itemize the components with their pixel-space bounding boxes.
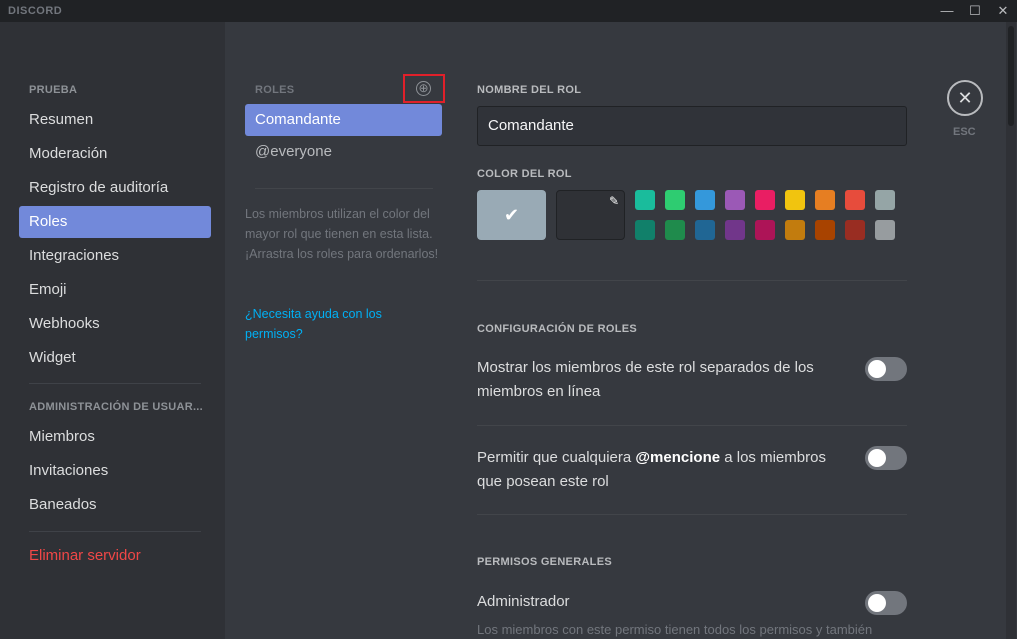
color-swatch[interactable] — [875, 220, 895, 240]
color-swatch[interactable] — [695, 220, 715, 240]
minimize-icon[interactable]: — — [938, 2, 956, 20]
close-icon: ✕ — [957, 88, 973, 108]
sidebar-item-webhooks[interactable]: Webhooks — [19, 308, 211, 340]
roles-divider — [255, 188, 433, 189]
role-name-label: NOMBRE DEL ROL — [477, 84, 582, 96]
delete-server-button[interactable]: Eliminar servidor — [19, 540, 211, 572]
permissions-help-link[interactable]: ¿Necesita ayuda con los permisos? — [245, 304, 425, 344]
color-swatch[interactable] — [815, 190, 835, 210]
custom-color-picker[interactable]: ✎ — [556, 190, 625, 240]
administrator-label: Administrador — [477, 593, 570, 610]
separate-members-setting-text: Mostrar los miembros de este rol separad… — [477, 359, 814, 400]
color-swatch[interactable] — [665, 190, 685, 210]
color-swatch[interactable] — [845, 190, 865, 210]
close-settings-button[interactable]: ✕ — [947, 80, 983, 116]
role-name-input[interactable]: Comandante — [477, 106, 907, 146]
color-swatch[interactable] — [755, 190, 775, 210]
settings-sidebar: PRUEBA Resumen Moderación Registro de au… — [0, 22, 225, 639]
color-swatch[interactable] — [665, 220, 685, 240]
sidebar-item-roles[interactable]: Roles — [19, 206, 211, 238]
color-swatch[interactable] — [785, 220, 805, 240]
check-icon: ✔ — [503, 205, 520, 225]
color-swatch[interactable] — [875, 190, 895, 210]
scrollbar-thumb[interactable] — [1008, 26, 1014, 126]
mentionable-setting-text: Permitir que cualquiera @mencione a los … — [477, 446, 837, 494]
mentionable-toggle[interactable] — [865, 446, 907, 470]
toggle-knob — [868, 594, 886, 612]
sidebar-item-integraciones[interactable]: Integraciones — [19, 240, 211, 272]
section-divider — [477, 514, 907, 515]
color-swatch[interactable] — [845, 220, 865, 240]
roles-help-text: Los miembros utilizan el color del mayor… — [245, 207, 439, 261]
sidebar-item-widget[interactable]: Widget — [19, 342, 211, 374]
discord-logo: DISCORD — [8, 5, 63, 17]
administrator-description: Los miembros con este permiso tienen tod… — [477, 622, 873, 637]
sidebar-item-baneados[interactable]: Baneados — [19, 489, 211, 521]
esc-label: ESC — [953, 126, 976, 138]
mentionable-text-bold: @mencione — [635, 449, 721, 466]
sidebar-item-emoji[interactable]: Emoji — [19, 274, 211, 306]
toggle-knob — [868, 449, 886, 467]
server-name-header: PRUEBA — [29, 84, 78, 96]
section-divider — [477, 425, 907, 426]
sidebar-divider — [29, 531, 201, 532]
sidebar-item-invitaciones[interactable]: Invitaciones — [19, 455, 211, 487]
default-color-swatch[interactable]: ✔ — [477, 190, 546, 240]
color-swatch[interactable] — [725, 220, 745, 240]
sidebar-item-miembros[interactable]: Miembros — [19, 421, 211, 453]
sidebar-item-moderacion[interactable]: Moderación — [19, 138, 211, 170]
role-item-everyone[interactable]: @everyone — [245, 136, 442, 168]
user-admin-header: ADMINISTRACIÓN DE USUAR... — [29, 401, 204, 413]
sidebar-item-registro-auditoria[interactable]: Registro de auditoría — [19, 172, 211, 204]
color-swatch[interactable] — [635, 190, 655, 210]
color-swatch[interactable] — [755, 220, 775, 240]
title-bar: DISCORD — ☐ ✕ — [0, 0, 1017, 22]
toggle-knob — [868, 360, 886, 378]
administrator-toggle[interactable] — [865, 591, 907, 615]
add-circle-icon: ⊕ — [416, 81, 431, 96]
roles-header: ROLES — [255, 84, 295, 96]
role-item-comandante[interactable]: Comandante — [245, 104, 442, 136]
general-permissions-label: PERMISOS GENERALES — [477, 556, 612, 568]
color-swatch[interactable] — [785, 190, 805, 210]
section-divider — [477, 280, 907, 281]
close-window-icon[interactable]: ✕ — [994, 2, 1012, 20]
role-settings-label: CONFIGURACIÓN DE ROLES — [477, 323, 637, 335]
color-swatch[interactable] — [725, 190, 745, 210]
separate-members-toggle[interactable] — [865, 357, 907, 381]
sidebar-item-resumen[interactable]: Resumen — [19, 104, 211, 136]
maximize-icon[interactable]: ☐ — [966, 2, 984, 20]
role-color-label: COLOR DEL ROL — [477, 168, 572, 180]
color-swatch[interactable] — [635, 220, 655, 240]
eyedropper-icon: ✎ — [608, 194, 619, 208]
color-swatch[interactable] — [695, 190, 715, 210]
add-role-button[interactable]: ⊕ — [403, 74, 445, 103]
color-swatch[interactable] — [815, 220, 835, 240]
role-settings-content: ROLES ⊕ Comandante @everyone Los miembro… — [225, 22, 1017, 639]
sidebar-divider — [29, 383, 201, 384]
mentionable-text-pre: Permitir que cualquiera — [477, 449, 636, 466]
